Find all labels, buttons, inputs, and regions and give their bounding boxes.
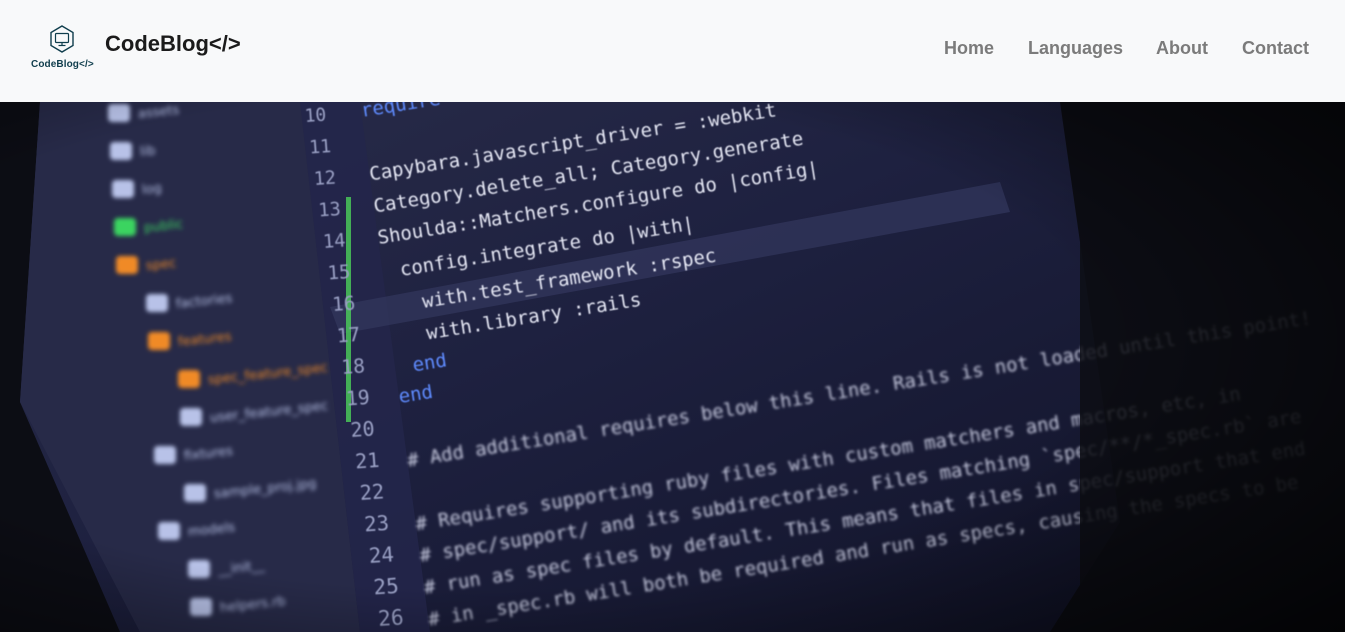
logo-text: CodeBlog</> [31, 59, 94, 70]
nav-languages[interactable]: Languages [1028, 38, 1123, 59]
navbar: CodeBlog</> CodeBlog</> Home Languages A… [0, 0, 1345, 102]
nav-contact[interactable]: Contact [1242, 38, 1309, 59]
monitor-hexagon-icon [50, 25, 74, 53]
nav-home[interactable]: Home [944, 38, 994, 59]
hero-banner: assetsliblogpublicspecfactoriesfeaturess… [0, 102, 1345, 632]
brand-name[interactable]: CodeBlog</> [105, 31, 241, 57]
nav-about[interactable]: About [1156, 38, 1208, 59]
hero-code-image: assetsliblogpublicspecfactoriesfeaturess… [0, 102, 1345, 632]
